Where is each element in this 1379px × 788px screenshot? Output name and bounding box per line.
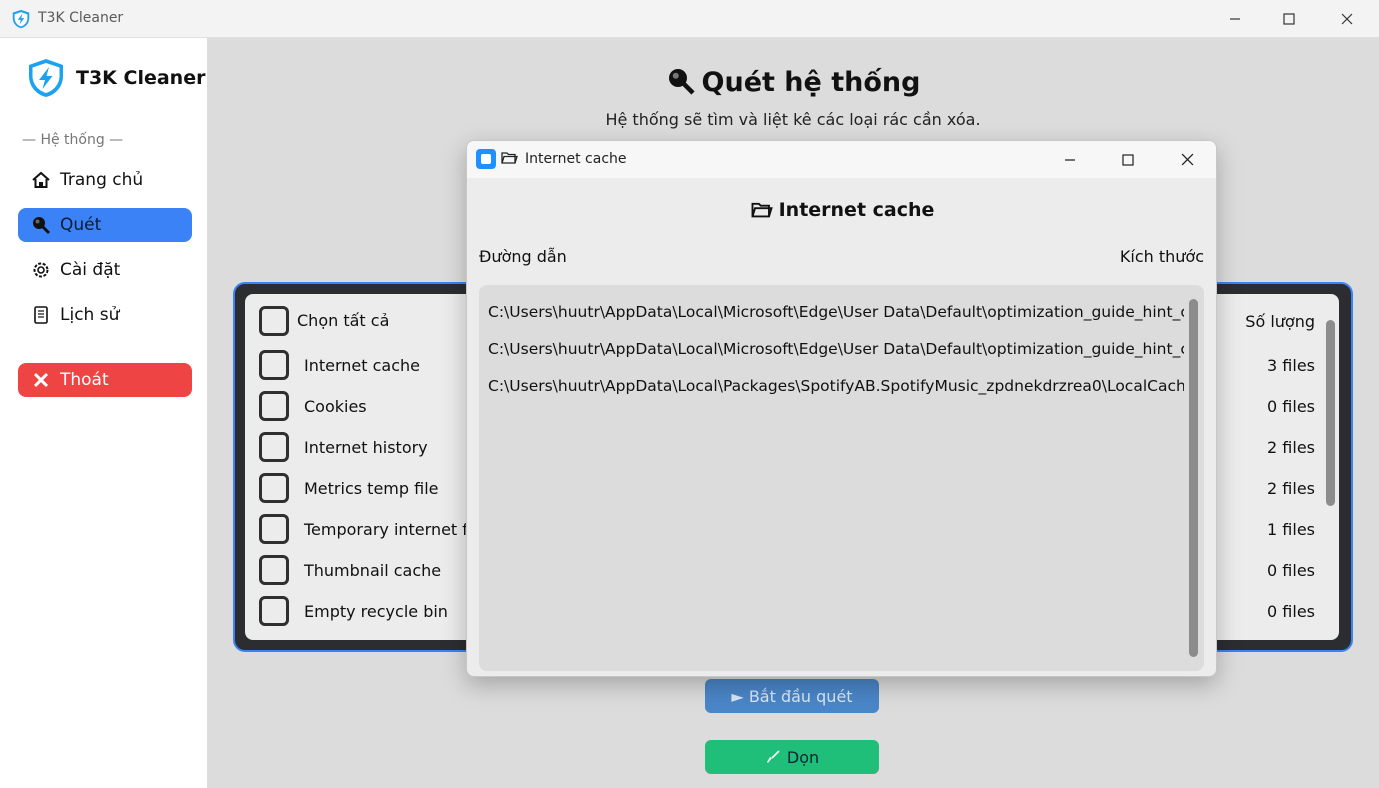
category-checkbox[interactable] xyxy=(259,555,289,585)
clean-button[interactable]: Dọn xyxy=(705,740,879,774)
category-count: 2 files xyxy=(1267,479,1315,498)
logo-shield-icon xyxy=(29,59,63,97)
dialog-titlebar: Internet cache xyxy=(467,141,1216,178)
cross-icon xyxy=(30,369,52,391)
section-label: — Hệ thống — xyxy=(22,132,124,148)
page-title: Quét hệ thống xyxy=(207,66,1379,98)
nav-item-home[interactable]: Trang chủ xyxy=(18,163,192,197)
path-row[interactable]: C:\Users\huutr\AppData\Local\Microsoft\E… xyxy=(488,340,1184,358)
nav-item-label: Trang chủ xyxy=(60,170,144,190)
select-all-checkbox[interactable] xyxy=(259,306,289,336)
category-label[interactable]: Metrics temp file xyxy=(304,479,438,498)
category-label[interactable]: Thumbnail cache xyxy=(304,561,441,580)
column-header-size: Kích thước xyxy=(1119,247,1204,266)
dialog-minimize-button[interactable] xyxy=(1047,141,1093,178)
nav-item-history[interactable]: Lịch sử xyxy=(18,298,192,332)
panel-scrollbar[interactable] xyxy=(1326,320,1335,506)
dialog-close-button[interactable] xyxy=(1164,141,1210,178)
magnifier-icon xyxy=(30,214,52,236)
category-label[interactable]: Empty recycle bin xyxy=(304,602,448,621)
app-icon xyxy=(476,149,496,169)
category-count: 1 files xyxy=(1267,520,1315,539)
close-icon xyxy=(1181,153,1193,166)
clean-button-label: Dọn xyxy=(786,747,820,767)
home-icon xyxy=(30,169,52,191)
count-header: Số lượng xyxy=(1245,312,1315,331)
category-count: 2 files xyxy=(1267,438,1315,457)
app-shield-icon xyxy=(12,9,30,29)
minimize-button[interactable] xyxy=(1212,0,1258,38)
category-label[interactable]: Cookies xyxy=(304,397,367,416)
nav-item-label: Quét xyxy=(60,215,102,235)
column-header-path: Đường dẫn xyxy=(479,247,567,266)
select-all-label: Chọn tất cả xyxy=(297,311,390,330)
category-label[interactable]: Internet history xyxy=(304,438,428,457)
category-label[interactable]: Internet cache xyxy=(304,356,420,375)
maximize-icon xyxy=(1283,13,1295,25)
window-title: T3K Cleaner xyxy=(38,10,124,26)
exit-button[interactable]: Thoát xyxy=(18,363,192,397)
nav-item-label: Cài đặt xyxy=(60,260,121,280)
gear-icon xyxy=(30,259,52,281)
category-checkbox[interactable] xyxy=(259,514,289,544)
minimize-icon xyxy=(1230,18,1240,20)
folder-icon xyxy=(501,152,518,164)
scroll-icon xyxy=(30,304,52,326)
close-icon xyxy=(1341,13,1353,25)
window-titlebar: T3K Cleaner xyxy=(0,0,1379,38)
close-button[interactable] xyxy=(1324,0,1370,38)
exit-label: Thoát xyxy=(60,370,109,390)
path-list-scrollbar[interactable] xyxy=(1189,299,1198,657)
category-checkbox[interactable] xyxy=(259,596,289,626)
category-checkbox[interactable] xyxy=(259,391,289,421)
nav-item-scan[interactable]: Quét xyxy=(18,208,192,242)
category-checkbox[interactable] xyxy=(259,350,289,380)
magnifier-icon xyxy=(668,69,695,95)
path-row[interactable]: C:\Users\huutr\AppData\Local\Packages\Sp… xyxy=(488,377,1184,395)
category-count: 0 files xyxy=(1267,561,1315,580)
start-scan-button[interactable]: ► Bắt đầu quét xyxy=(705,679,879,713)
category-count: 0 files xyxy=(1267,397,1315,416)
category-checkbox[interactable] xyxy=(259,473,289,503)
category-count: 3 files xyxy=(1267,356,1315,375)
dialog-maximize-button[interactable] xyxy=(1105,141,1151,178)
dialog-heading-text: Internet cache xyxy=(778,199,935,221)
maximize-button[interactable] xyxy=(1266,0,1312,38)
page-title-text: Quét hệ thống xyxy=(701,67,921,98)
nav-item-label: Lịch sử xyxy=(60,305,120,325)
dialog-title: Internet cache xyxy=(525,151,627,167)
nav-item-settings[interactable]: Cài đặt xyxy=(18,253,192,287)
category-checkbox[interactable] xyxy=(259,432,289,462)
page-subtitle: Hệ thống sẽ tìm và liệt kê các loại rác … xyxy=(605,110,981,129)
brand-name: T3K Cleaner xyxy=(76,67,206,89)
folder-icon xyxy=(751,202,773,218)
internet-cache-dialog: Internet cache Internet cache Đường dẫn … xyxy=(466,140,1217,677)
category-count: 0 files xyxy=(1267,602,1315,621)
maximize-icon xyxy=(1122,153,1134,166)
sidebar: T3K Cleaner — Hệ thống — Trang chủ Quét … xyxy=(4,38,207,788)
minimize-icon xyxy=(1065,158,1075,161)
broom-icon xyxy=(766,750,780,763)
path-row[interactable]: C:\Users\huutr\AppData\Local\Microsoft\E… xyxy=(488,303,1184,321)
dialog-heading: Internet cache xyxy=(467,199,1216,221)
path-list: C:\Users\huutr\AppData\Local\Microsoft\E… xyxy=(479,285,1204,671)
